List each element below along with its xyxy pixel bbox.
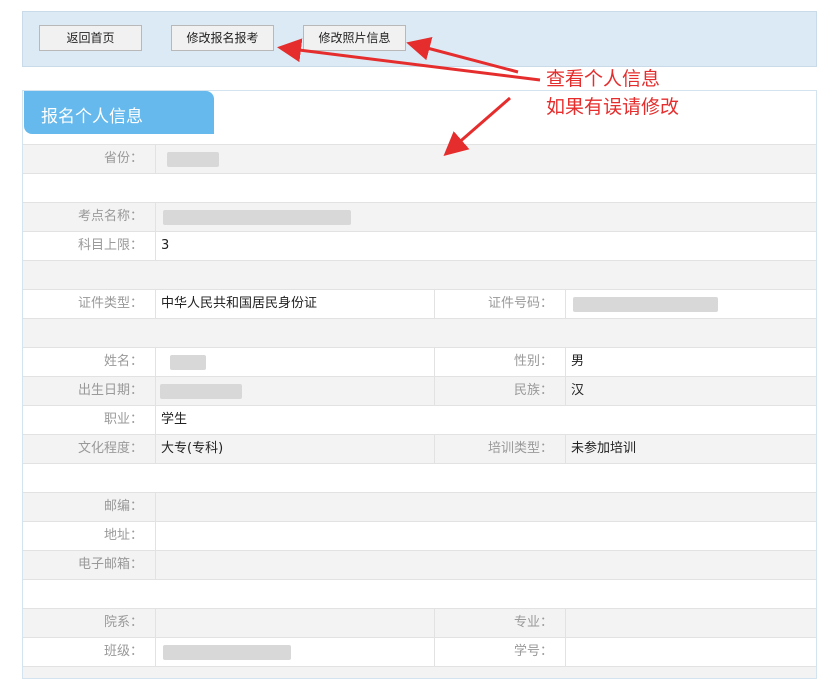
registration-info-panel: 报名个人信息 省份： 考点名称： 科目上限： 3 证件类型： 中华人民共和国居民… [22, 90, 817, 679]
annotation-line-2: 如果有误请修改 [546, 96, 680, 118]
spacer-row [23, 666, 816, 678]
department-label: 院系： [103, 615, 143, 630]
subject-limit-label: 科目上限： [77, 238, 143, 253]
gender-label: 性别： [513, 354, 553, 369]
row-postcode: 邮编： [23, 492, 816, 521]
panel-title: 报名个人信息 [41, 107, 143, 127]
row-exam-site: 考点名称： [23, 202, 816, 231]
row-occupation: 职业： 学生 [23, 405, 816, 434]
row-id: 证件类型： 中华人民共和国居民身份证 证件号码： [23, 289, 816, 318]
redacted-id-number [573, 297, 718, 312]
training-type-value: 未参加培训 [571, 441, 637, 456]
ethnicity-value: 汉 [571, 383, 585, 398]
redacted-exam-site [163, 210, 351, 225]
id-number-label: 证件号码： [487, 296, 553, 311]
row-province: 省份： [23, 144, 816, 173]
row-name-gender: 姓名： 性别： 男 [23, 347, 816, 376]
id-type-label: 证件类型： [77, 296, 143, 311]
class-label: 班级： [103, 644, 143, 659]
toolbar: 返回首页 修改报名报考 修改照片信息 [22, 11, 817, 67]
name-label: 姓名： [103, 354, 143, 369]
major-label: 专业： [513, 615, 553, 630]
exam-site-label: 考点名称： [77, 209, 143, 224]
row-birth-ethnicity: 出生日期： 民族： 汉 [23, 376, 816, 405]
spacer-row [23, 318, 816, 347]
row-email: 电子邮箱： [23, 550, 816, 579]
redacted-name [170, 355, 206, 370]
row-education-training: 文化程度： 大专(专科) 培训类型： 未参加培训 [23, 434, 816, 463]
spacer-row [23, 260, 816, 289]
birth-date-label: 出生日期： [77, 383, 143, 398]
row-subject-limit: 科目上限： 3 [23, 231, 816, 260]
email-label: 电子邮箱： [77, 557, 143, 572]
redacted-province [167, 152, 219, 167]
row-department-major: 院系： 专业： [23, 608, 816, 637]
province-label: 省份： [103, 151, 143, 166]
education-value: 大专(专科) [161, 441, 224, 456]
redacted-birth-date [160, 384, 242, 399]
annotation-line-1: 查看个人信息 [546, 68, 661, 90]
postcode-label: 邮编： [103, 499, 143, 514]
subject-limit-value: 3 [161, 238, 170, 253]
panel-title-tab: 报名个人信息 [24, 91, 214, 134]
spacer-row [23, 173, 816, 202]
home-button[interactable]: 返回首页 [39, 25, 142, 51]
id-type-value: 中华人民共和国居民身份证 [161, 296, 318, 311]
redacted-class [163, 645, 291, 660]
edit-photo-button[interactable]: 修改照片信息 [303, 25, 406, 51]
spacer-row [23, 463, 816, 492]
spacer-row [23, 579, 816, 608]
ethnicity-label: 民族： [513, 383, 553, 398]
edit-registration-button[interactable]: 修改报名报考 [171, 25, 274, 51]
student-id-label: 学号： [513, 644, 553, 659]
gender-value: 男 [571, 354, 585, 369]
education-label: 文化程度： [77, 441, 143, 456]
training-type-label: 培训类型： [487, 441, 553, 456]
row-class-studentid: 班级： 学号： [23, 637, 816, 666]
address-label: 地址： [103, 528, 143, 543]
occupation-label: 职业： [103, 412, 143, 427]
row-address: 地址： [23, 521, 816, 550]
occupation-value: 学生 [161, 412, 188, 427]
